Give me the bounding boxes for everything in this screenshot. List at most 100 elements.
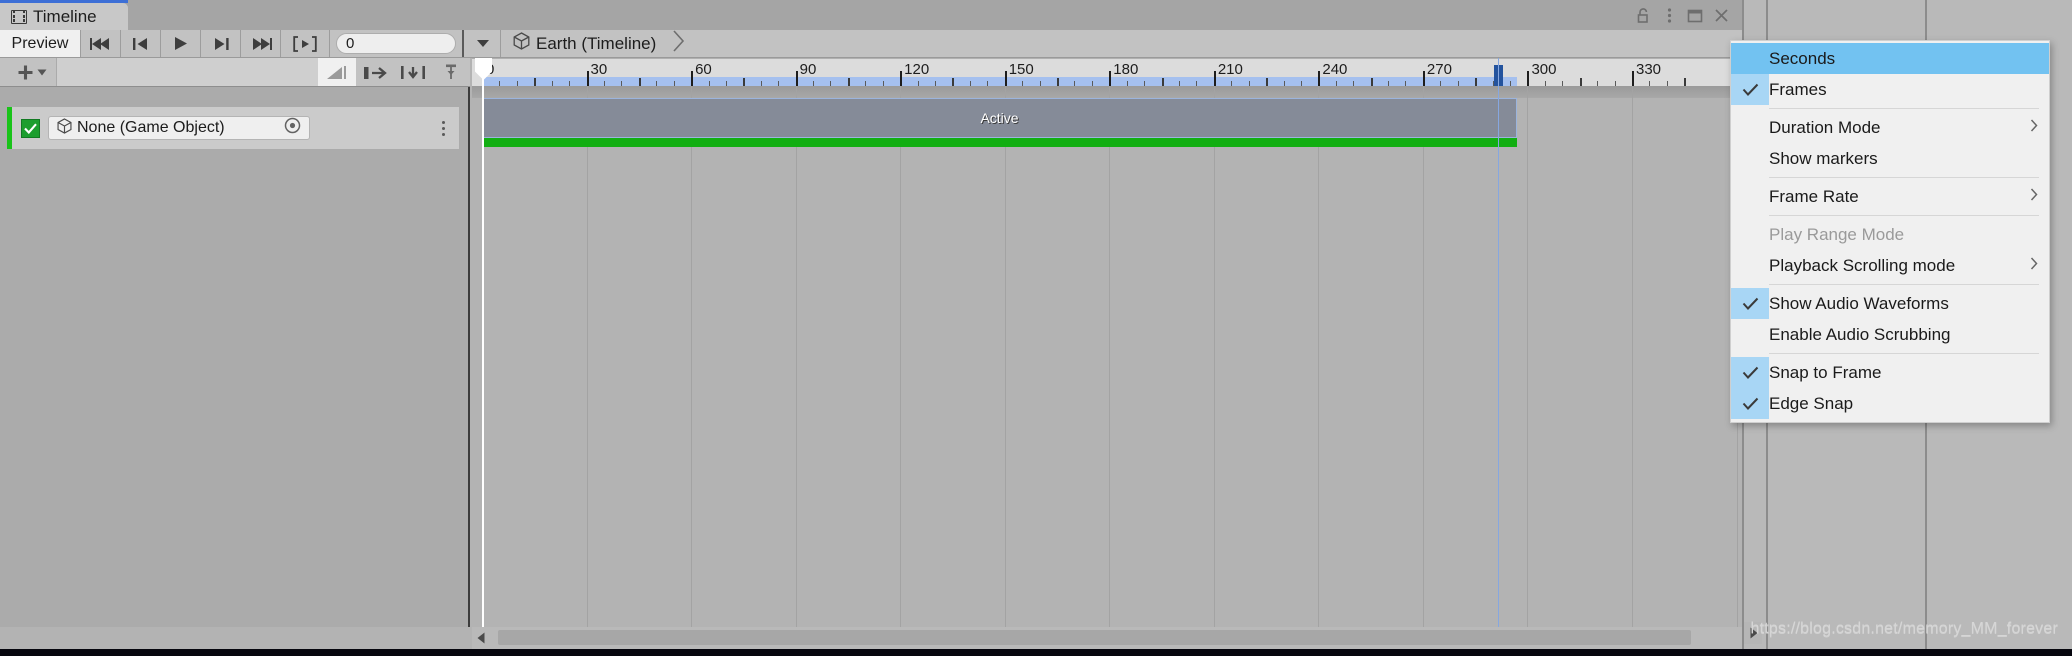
ruler-tick-label: 300 [1531, 61, 1557, 78]
ruler-tick-major [1213, 71, 1216, 87]
window-controls [1630, 0, 1742, 30]
menu-item-frames[interactable]: Frames [1731, 74, 2049, 105]
timeline-area: 0306090120150180210240270300330 Active [472, 58, 1742, 627]
close-icon[interactable] [1708, 2, 1734, 28]
menu-item-label: Playback Scrolling mode [1769, 255, 1956, 275]
timeline-gridline [1213, 86, 1215, 627]
center-playhead-button[interactable] [394, 58, 432, 86]
menu-check-slot [1731, 43, 1769, 74]
marker-right-icon-button[interactable] [356, 58, 394, 86]
breadcrumb-label: Earth (Timeline) [536, 33, 657, 53]
timeline-options-menu[interactable]: Seconds Frames Duration Mode Show markers Fr… [1730, 40, 2050, 423]
menu-separator [1769, 215, 2039, 216]
add-track-button[interactable] [8, 58, 56, 86]
clip-label: Active [980, 110, 1019, 126]
next-frame-button[interactable] [201, 30, 240, 57]
menu-item-duration-mode[interactable]: Duration Mode [1731, 112, 2049, 143]
menu-item-label: Play Range Mode [1769, 224, 1905, 244]
horizontal-scroll-thumb[interactable] [498, 630, 1691, 645]
ruler-tick-label: 330 [1636, 61, 1662, 78]
play-button[interactable] [161, 30, 200, 57]
kebab-menu-icon[interactable] [1656, 2, 1682, 28]
menu-check-slot [1731, 250, 1769, 281]
menu-separator [1769, 108, 2039, 109]
track-object-field[interactable]: None (Game Object) [48, 116, 310, 140]
toolbar-divider [329, 30, 330, 57]
menu-item-snap-to-frame[interactable]: Snap to Frame [1731, 357, 2049, 388]
maximize-icon[interactable] [1682, 2, 1708, 28]
scroll-left-arrow-icon[interactable] [472, 627, 490, 649]
track-color-accent [7, 107, 12, 149]
previous-frame-button[interactable] [121, 30, 160, 57]
ruler-tick-major [1004, 71, 1007, 87]
ruler-tick-label: 30 [590, 61, 608, 78]
film-strip-icon [11, 9, 27, 24]
playhead-line[interactable] [482, 58, 484, 627]
menu-item-play-range-mode: Play Range Mode [1731, 219, 2049, 250]
timeline-gridline [1109, 86, 1111, 627]
track-row[interactable]: None (Game Object) [7, 107, 459, 149]
ruler-tick-major [1318, 71, 1321, 87]
ruler-tick-label: 90 [799, 61, 817, 78]
track-enabled-checkbox[interactable] [21, 118, 40, 138]
horizontal-scrollbar[interactable] [472, 627, 1742, 649]
watermark-text: https://blog.csdn.net/memory_MM_forever [1750, 620, 2058, 637]
timeline-gridline [1318, 86, 1320, 627]
timeline-gridline [1632, 86, 1633, 627]
menu-check-slot [1731, 112, 1769, 143]
menu-item-label: Snap to Frame [1769, 362, 1882, 382]
chevron-right-icon [2019, 118, 2049, 137]
track-list-panel: None (Game Object) [0, 87, 470, 627]
ruler-tick-label: 210 [1217, 61, 1243, 78]
check-icon [1731, 288, 1769, 319]
check-icon [1731, 388, 1769, 419]
menu-item-frame-rate[interactable]: Frame Rate [1731, 181, 2049, 212]
timeline-clip[interactable]: Active [482, 98, 1517, 138]
menu-item-playback-scrolling-mode[interactable]: Playback Scrolling mode [1731, 250, 2049, 281]
timeline-gridline [795, 86, 797, 627]
go-to-end-button[interactable] [241, 30, 280, 57]
timeline-ruler[interactable]: 0306090120150180210240270300330 [472, 58, 1742, 87]
menu-item-show-audio-waveforms[interactable]: Show Audio Waveforms [1731, 288, 2049, 319]
ruler-tick-label: 60 [695, 61, 712, 78]
timeline-gridline [1004, 86, 1006, 627]
go-to-start-button[interactable] [81, 30, 120, 57]
menu-item-label: Duration Mode [1769, 117, 1881, 137]
ruler-tick-label: 180 [1113, 61, 1139, 78]
menu-item-show-markers[interactable]: Show markers [1731, 143, 2049, 174]
menu-item-enable-audio-scrubbing[interactable]: Enable Audio Scrubbing [1731, 319, 2049, 350]
chevron-right-icon [2019, 256, 2049, 275]
menu-item-edge-snap[interactable]: Edge Snap [1731, 388, 2049, 419]
curves-toggle-button[interactable] [318, 58, 356, 86]
menu-item-label: Frames [1769, 79, 1827, 99]
ruler-tick-major [586, 71, 589, 87]
menu-check-slot [1731, 181, 1769, 212]
track-kebab-menu-icon[interactable] [442, 120, 445, 136]
play-range-button[interactable] [281, 30, 329, 57]
timeline-gridline [1422, 86, 1424, 627]
clip-underline [482, 138, 1517, 147]
ruler-tick-label: 150 [1008, 61, 1034, 78]
timeline-gridline [900, 86, 902, 627]
timeline-options-dropdown[interactable] [466, 30, 500, 57]
current-frame-input[interactable]: 0 [336, 33, 456, 54]
timeline-gridline [586, 86, 588, 627]
window-tab-bar: Timeline [0, 0, 1742, 30]
pin-button[interactable] [432, 58, 470, 86]
menu-item-seconds[interactable]: Seconds [1731, 43, 2049, 74]
menu-separator [1769, 284, 2039, 285]
target-picker-icon[interactable] [284, 117, 301, 139]
breadcrumb[interactable]: Earth (Timeline) [501, 30, 1742, 57]
menu-check-slot [1731, 319, 1769, 350]
menu-check-slot [1731, 143, 1769, 174]
timeline-tracks[interactable]: Active [472, 58, 1742, 627]
lock-icon[interactable] [1630, 2, 1656, 28]
tab-timeline[interactable]: Timeline [0, 3, 128, 30]
menu-item-label: Show Audio Waveforms [1769, 293, 1949, 313]
track-search-input[interactable] [56, 58, 318, 86]
playback-toolbar: Preview 0 Earth (Timeline) [0, 30, 1742, 58]
horizontal-scroll-track[interactable] [490, 627, 1742, 649]
preview-button[interactable]: Preview [0, 30, 80, 57]
timeline-gridline [691, 86, 693, 627]
